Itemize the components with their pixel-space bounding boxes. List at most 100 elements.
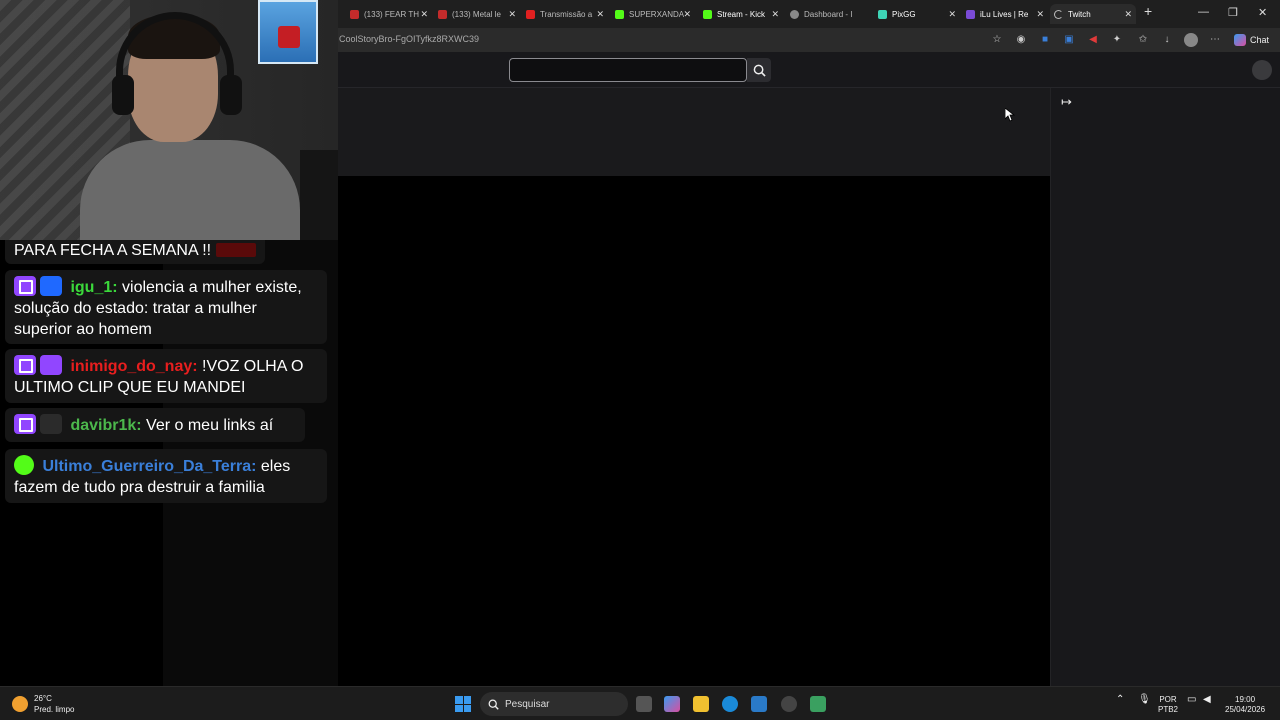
- search-icon: [753, 64, 766, 77]
- taskbar-search-label: Pesquisar: [505, 698, 550, 710]
- weather-widget[interactable]: 26°C Pred. limpo: [12, 693, 74, 715]
- microphone: [300, 150, 338, 240]
- windows-start-icon[interactable]: [455, 696, 471, 712]
- lang-code: POR: [1159, 695, 1177, 704]
- chat-side-panel: ↦: [1050, 88, 1280, 686]
- audio-extension-icon[interactable]: ◀: [1086, 33, 1100, 47]
- close-tab-icon[interactable]: ✕: [1036, 9, 1044, 20]
- loading-spinner-icon: [1054, 9, 1063, 19]
- chat-username: igu_1:: [70, 279, 118, 296]
- chat-text: PARA FECHA A SEMANA !!: [14, 242, 212, 259]
- youtube-icon: [526, 9, 535, 19]
- kick-badge-icon: [14, 455, 34, 475]
- copilot-icon[interactable]: [664, 696, 680, 712]
- network-icon[interactable]: ▭: [1187, 695, 1196, 705]
- file-explorer-icon[interactable]: [693, 696, 709, 712]
- volume-icon[interactable]: ◀: [1203, 695, 1211, 705]
- close-tab-icon[interactable]: ✕: [508, 9, 516, 20]
- favorite-star-icon[interactable]: ☆: [990, 33, 1004, 47]
- webcam-overlay: [0, 0, 338, 240]
- chat-label: Chat: [1250, 35, 1270, 45]
- tab-twitch[interactable]: Twitch ✕: [1050, 4, 1136, 24]
- shield-extension-icon[interactable]: ■: [1038, 33, 1052, 47]
- tab-stream-kick[interactable]: Stream - Kick ✕: [703, 4, 779, 24]
- weather-desc: Pred. limpo: [34, 705, 75, 714]
- tab-ilu-lives[interactable]: iLu Lives | Re ✕: [966, 4, 1044, 24]
- tab-label: (133) Metal le: [452, 9, 501, 19]
- translate-icon[interactable]: ▣: [1062, 33, 1076, 47]
- lang-layout: PTB2: [1158, 705, 1179, 714]
- microphone-icon[interactable]: 🎙: [1138, 695, 1151, 705]
- app-icon[interactable]: [751, 696, 767, 712]
- user-avatar[interactable]: [1252, 60, 1272, 80]
- tab-pixgg[interactable]: PixGG ✕: [878, 4, 956, 24]
- pixgg-icon: [878, 9, 887, 19]
- app-green-icon[interactable]: [810, 696, 826, 712]
- task-view-icon[interactable]: [636, 696, 652, 712]
- tab-label: Dashboard - I: [804, 9, 853, 19]
- chat-username: davibr1k:: [70, 417, 142, 434]
- tab-label: Twitch: [1068, 9, 1091, 19]
- tab-fear[interactable]: (133) FEAR TH ✕: [350, 4, 428, 24]
- download-icon[interactable]: ↓: [1160, 33, 1174, 47]
- extensions-puzzle-icon[interactable]: ✦: [1110, 33, 1124, 47]
- video-player[interactable]: [338, 176, 1050, 686]
- chat-text: Ver o meu links aí: [141, 417, 274, 434]
- tab-dashboard[interactable]: Dashboard - I: [790, 4, 876, 24]
- tab-transmissao[interactable]: Transmissão a ✕: [526, 4, 604, 24]
- star-badge-icon: [40, 355, 62, 375]
- twitch-badge-icon: [14, 276, 36, 296]
- search-input[interactable]: [509, 58, 747, 82]
- close-tab-icon[interactable]: ✕: [596, 9, 604, 20]
- taskbar-search[interactable]: Pesquisar: [480, 692, 628, 716]
- twitch-badge-icon: [14, 355, 36, 375]
- emote-icon: [215, 243, 256, 257]
- chat-username: Ultimo_Guerreiro_Da_Terra:: [42, 458, 257, 475]
- close-tab-icon[interactable]: ✕: [1124, 9, 1132, 20]
- chat-username: inimigo_do_nay:: [70, 358, 198, 375]
- address-bar: CoolStoryBro-FgOITyfkz8RXWC39 ☆ ◉ ■ ▣ ◀ …: [338, 28, 1280, 52]
- tab-superxanda[interactable]: SUPERXANDA ✕: [615, 4, 691, 24]
- search-button[interactable]: [747, 58, 771, 82]
- headphone-left-cup: [112, 75, 134, 115]
- language-indicator[interactable]: POR PTB2: [1158, 695, 1178, 715]
- chat-message: davibr1k: Ver o meu links aí: [5, 408, 305, 442]
- favorites-icon[interactable]: ✩: [1136, 33, 1150, 47]
- streamer-shirt: [80, 140, 300, 240]
- tab-label: Transmissão a: [540, 9, 593, 19]
- restore-button[interactable]: ❐: [1228, 6, 1238, 19]
- close-tab-icon[interactable]: ✕: [771, 9, 779, 20]
- clock[interactable]: 19:00 25/04/2026: [1225, 695, 1265, 715]
- weather-sun-icon: [12, 696, 28, 712]
- browser-tab-bar: (133) FEAR TH ✕ (133) Metal le ✕ Transmi…: [338, 0, 1280, 28]
- globe-icon: [790, 9, 799, 19]
- tab-metal[interactable]: (133) Metal le ✕: [438, 4, 516, 24]
- weather-temp: 26°C: [34, 694, 52, 703]
- edge-browser-icon[interactable]: [722, 696, 738, 712]
- chat-message: igu_1: violencia a mulher existe, soluçã…: [5, 270, 327, 344]
- tab-label: SUPERXANDA: [629, 9, 685, 19]
- more-menu-icon[interactable]: ⋯: [1208, 33, 1222, 47]
- twitch-badge-icon: [14, 414, 36, 434]
- obs-icon[interactable]: [781, 696, 797, 712]
- site-header: [338, 52, 1280, 88]
- tray-chevron-icon[interactable]: ⌃: [1116, 695, 1124, 705]
- headphone-right-cup: [220, 75, 242, 115]
- kick-icon: [703, 9, 712, 19]
- close-tab-icon[interactable]: ✕: [948, 9, 956, 20]
- mouse-cursor-icon: [1005, 108, 1015, 122]
- chat-message: inimigo_do_nay: !VOZ OLHA O ULTIMO CLIP …: [5, 349, 327, 403]
- crown-badge-icon: [40, 276, 62, 296]
- collapse-panel-icon[interactable]: ↦: [1061, 94, 1072, 110]
- url-text[interactable]: CoolStoryBro-FgOITyfkz8RXWC39: [339, 34, 479, 44]
- tab-label: iLu Lives | Re: [980, 9, 1029, 19]
- copilot-chat-button[interactable]: Chat: [1234, 34, 1269, 46]
- extension-icon[interactable]: ◉: [1014, 33, 1028, 47]
- profile-avatar-icon[interactable]: [1184, 33, 1198, 47]
- close-tab-icon[interactable]: ✕: [683, 9, 691, 20]
- close-window-button[interactable]: ✕: [1258, 6, 1267, 19]
- close-tab-icon[interactable]: ✕: [420, 9, 428, 20]
- new-tab-button[interactable]: +: [1144, 3, 1152, 19]
- tab-label: PixGG: [892, 9, 916, 19]
- minimize-button[interactable]: —: [1198, 6, 1209, 18]
